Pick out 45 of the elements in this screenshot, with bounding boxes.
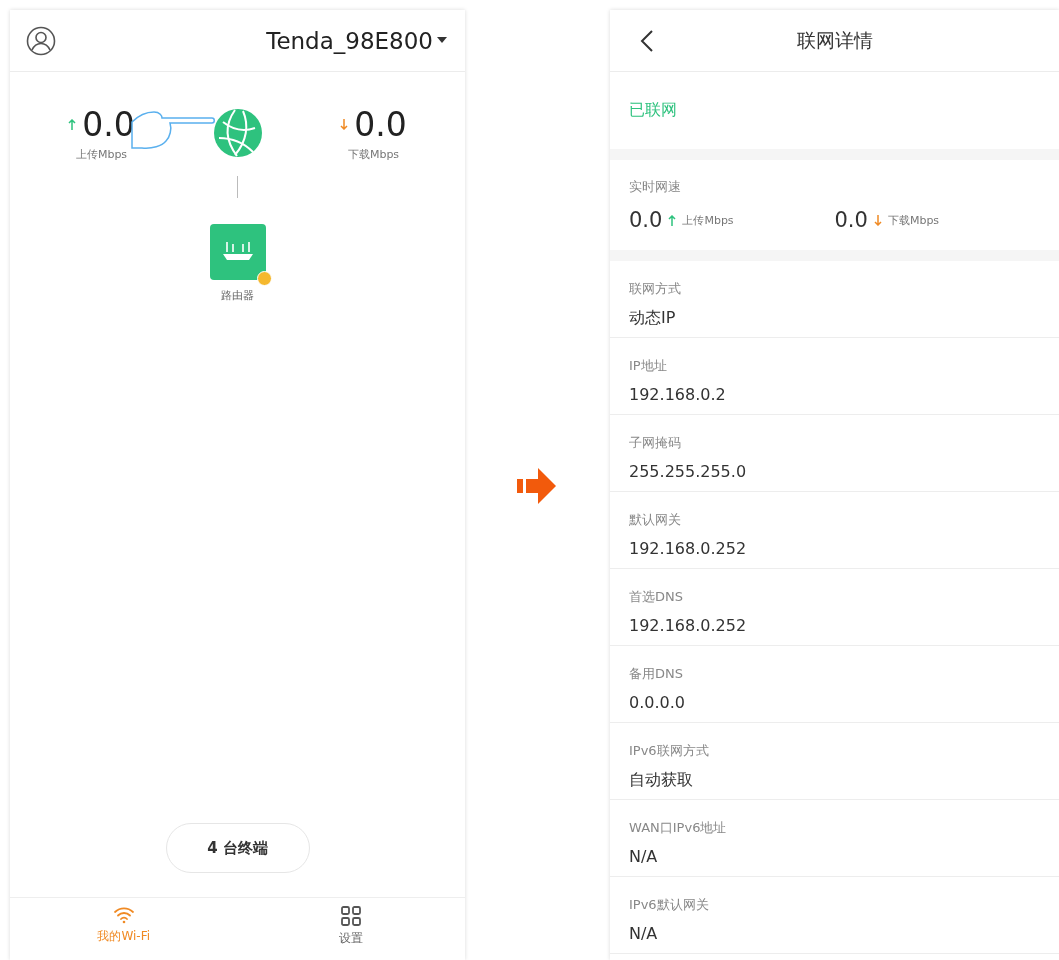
down-arrow-icon xyxy=(340,119,349,130)
up-arrow-icon xyxy=(68,119,77,130)
field-value: 255.255.255.0 xyxy=(629,462,748,481)
network-selector[interactable]: Tenda_98E800 xyxy=(266,27,447,54)
router-tile[interactable] xyxy=(209,224,266,280)
upload-speed: 0.0 xyxy=(629,208,663,232)
field-value: N/A xyxy=(629,847,659,866)
field-value: 192.168.0.252 xyxy=(629,539,748,558)
field-label: IPv6默认网关 xyxy=(629,896,710,914)
profile-icon[interactable] xyxy=(26,25,56,56)
arrow-icon xyxy=(516,468,559,504)
field-value: 动态IP xyxy=(629,308,677,329)
download-unit: 下载Mbps xyxy=(347,147,400,162)
field-label: 默认网关 xyxy=(629,511,682,529)
field-label: 联网方式 xyxy=(629,280,682,298)
terminals-button[interactable]: 4 台终端 xyxy=(165,823,310,873)
field-value: 192.168.0.252 xyxy=(629,616,748,635)
wifi-icon xyxy=(112,906,135,924)
download-unit: 下载Mbps xyxy=(887,212,940,228)
field-label: 实时网速 xyxy=(629,178,682,196)
upload-unit: 上传Mbps xyxy=(75,147,128,162)
field-value: 192.168.0.2 xyxy=(629,385,727,404)
down-arrow-icon xyxy=(873,214,882,226)
field-label: 备用DNS xyxy=(629,665,684,683)
device-label: 路由器 xyxy=(221,288,254,303)
field-value: 0.0.0.0 xyxy=(629,693,686,712)
download-speed: 0.0 xyxy=(354,108,407,141)
field-label: 子网掩码 xyxy=(629,434,682,452)
connection-status: 已联网 xyxy=(629,99,678,121)
field-value: N/A xyxy=(629,924,659,943)
field-label: IP地址 xyxy=(629,357,668,375)
router-icon xyxy=(220,241,255,263)
caret-icon xyxy=(437,37,447,44)
up-arrow-icon xyxy=(668,214,677,226)
tab[interactable]: 设置 xyxy=(237,898,465,960)
field-label: IPv6联网方式 xyxy=(629,742,710,760)
field-label: 首选DNS xyxy=(629,588,684,606)
upload-unit: 上传Mbps xyxy=(682,212,734,228)
screen-title: 联网详情 xyxy=(796,27,873,53)
download-speed: 0.0 xyxy=(834,208,868,232)
grid-icon xyxy=(341,906,362,926)
upload-speed: 0.0 xyxy=(82,108,135,141)
back-button[interactable] xyxy=(640,28,654,53)
field-label: WAN口IPv6地址 xyxy=(629,819,728,837)
field-value: 自动获取 xyxy=(629,770,694,791)
